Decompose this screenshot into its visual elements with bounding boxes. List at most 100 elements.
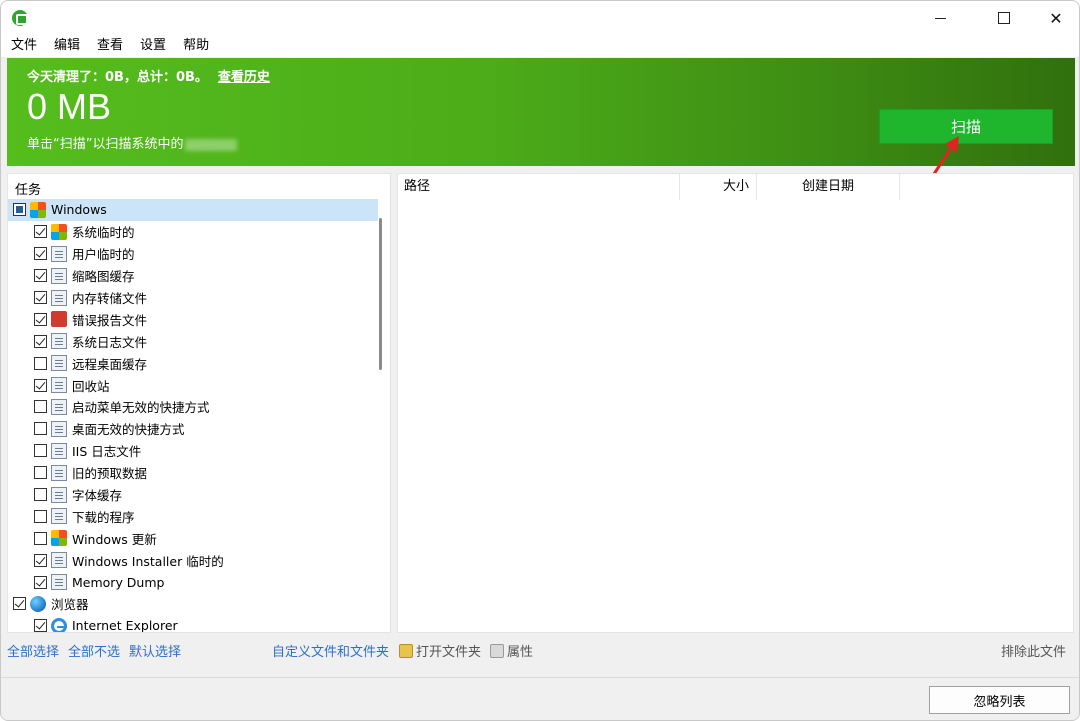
task-label: 远程桌面缓存 [72, 356, 148, 372]
task-checkbox[interactable] [34, 509, 47, 523]
task-label: 回收站 [72, 378, 110, 394]
task-checkbox[interactable] [13, 597, 26, 611]
document-icon [51, 508, 67, 525]
ignore-list-button[interactable]: 忽略列表 [929, 686, 1070, 714]
view-history-link[interactable]: 查看历史 [218, 70, 270, 85]
task-row[interactable]: Memory Dump [8, 571, 378, 593]
task-label: Windows Installer 临时的 [72, 553, 224, 569]
open-folder-label: 打开文件夹 [416, 645, 482, 660]
task-row[interactable]: 桌面无效的快捷方式 [8, 418, 378, 440]
document-icon [51, 398, 67, 415]
document-icon [51, 377, 67, 394]
windows-icon [51, 530, 67, 547]
menu-settings[interactable]: 设置 [140, 35, 166, 57]
scan-hint: 单击“扫描”以扫描系统中的 [27, 133, 238, 152]
task-checkbox[interactable] [34, 312, 47, 326]
task-checkbox[interactable] [34, 334, 47, 348]
task-checkbox[interactable] [34, 444, 47, 458]
task-row[interactable]: 启动菜单无效的快捷方式 [8, 396, 378, 418]
task-checkbox[interactable] [34, 488, 47, 502]
menu-file[interactable]: 文件 [11, 35, 37, 57]
today-summary: 今天清理了：0B，总计：0B。 查看历史 [27, 66, 270, 85]
column-path[interactable]: 路径 [398, 174, 680, 200]
task-row[interactable]: IIS 日志文件 [8, 440, 378, 462]
task-label: 内存转储文件 [72, 291, 148, 306]
task-label: 旧的预取数据 [72, 466, 148, 482]
document-icon [51, 267, 67, 284]
document-icon [51, 289, 67, 306]
internet-explorer-icon [51, 617, 67, 632]
task-checkbox[interactable] [34, 356, 47, 370]
blurred-text [185, 138, 238, 151]
task-row[interactable]: Windows 更新 [8, 527, 378, 549]
task-checkbox[interactable] [34, 575, 47, 589]
task-row[interactable]: 下载的程序 [8, 505, 378, 527]
task-tree: Windows 系统临时的 用户临时的缩略图缓存内存转储文件 错误报告文件系统日志文件… [8, 199, 378, 632]
task-row[interactable]: 系统日志文件 [8, 330, 378, 352]
task-label: 缩略图缓存 [72, 269, 135, 285]
task-row[interactable]: Windows [8, 199, 378, 221]
menu-help[interactable]: 帮助 [183, 35, 209, 57]
task-row[interactable]: 旧的预取数据 [8, 462, 378, 484]
globe-icon [30, 595, 46, 612]
task-checkbox[interactable] [34, 247, 47, 261]
document-icon [51, 355, 67, 372]
menu-bar: 文件 编辑 查看 设置 帮助 [1, 35, 1079, 57]
document-icon [51, 333, 67, 350]
task-checkbox[interactable] [34, 225, 47, 239]
task-row[interactable]: 用户临时的 [8, 243, 378, 265]
properties-icon [490, 644, 504, 658]
custom-files-link[interactable]: 自定义文件和文件夹 [272, 641, 389, 660]
task-checkbox[interactable] [34, 422, 47, 436]
task-panel: 任务 Windows 系统临时的 用户临时的 缩略图缓存 内存转储文件 错误报告文件 系统日… [7, 173, 391, 633]
total-size: 0 MB [27, 86, 112, 127]
minimize-icon[interactable] [917, 1, 963, 35]
task-checkbox[interactable] [34, 291, 47, 304]
today-cleaned-text: 今天清理了：0B，总计：0B。 [27, 70, 208, 85]
task-checkbox[interactable] [34, 378, 47, 392]
task-checkbox[interactable] [34, 619, 47, 632]
select-default-link[interactable]: 默认选择 [129, 641, 181, 660]
task-row[interactable]: Internet Explorer [8, 615, 378, 632]
task-checkbox[interactable] [34, 531, 47, 545]
task-label: 浏览器 [51, 597, 89, 613]
column-created-date[interactable]: 创建日期 [757, 174, 900, 200]
scan-hint-text: 单击“扫描”以扫描系统中的 [27, 137, 184, 152]
open-folder-button[interactable]: 打开文件夹 [399, 641, 481, 660]
task-checkbox[interactable] [34, 400, 47, 414]
properties-label: 属性 [507, 645, 534, 660]
task-checkbox[interactable] [13, 203, 26, 217]
properties-button[interactable]: 属性 [490, 641, 533, 660]
exclude-file-button[interactable]: 排除此文件 [1001, 641, 1066, 660]
task-label: 启动菜单无效的快捷方式 [72, 400, 210, 416]
task-row[interactable]: Windows Installer 临时的 [8, 549, 378, 571]
menu-view[interactable]: 查看 [97, 35, 123, 57]
task-row[interactable]: 系统临时的 [8, 221, 378, 243]
task-row[interactable]: 错误报告文件 [8, 308, 378, 330]
column-size[interactable]: 大小 [680, 174, 757, 200]
task-checkbox[interactable] [34, 553, 47, 567]
task-scrollbar[interactable] [379, 218, 382, 370]
task-checkbox[interactable] [34, 269, 47, 283]
task-row[interactable]: 缩略图缓存 [8, 265, 378, 287]
document-icon [51, 486, 67, 503]
task-row[interactable]: 远程桌面缓存 [8, 352, 378, 374]
task-label: 错误报告文件 [72, 312, 148, 328]
maximize-icon[interactable] [981, 1, 1027, 35]
task-row[interactable]: 内存转储文件 [8, 287, 378, 309]
task-row[interactable]: 回收站 [8, 374, 378, 396]
select-none-link[interactable]: 全部不选 [68, 641, 120, 660]
task-label: 下载的程序 [72, 509, 135, 525]
document-icon [51, 442, 67, 459]
select-all-link[interactable]: 全部选择 [7, 641, 59, 660]
task-label: IIS 日志文件 [72, 444, 142, 460]
windows-icon [30, 201, 46, 218]
menu-edit[interactable]: 编辑 [54, 35, 80, 57]
task-row[interactable]: 字体缓存 [8, 484, 378, 506]
task-label: 字体缓存 [72, 488, 123, 504]
task-label: Windows [51, 202, 107, 218]
close-icon[interactable]: ✕ [1033, 1, 1079, 35]
task-label: Windows 更新 [72, 531, 157, 547]
task-checkbox[interactable] [34, 466, 47, 480]
task-row[interactable]: 浏览器 [8, 593, 378, 615]
